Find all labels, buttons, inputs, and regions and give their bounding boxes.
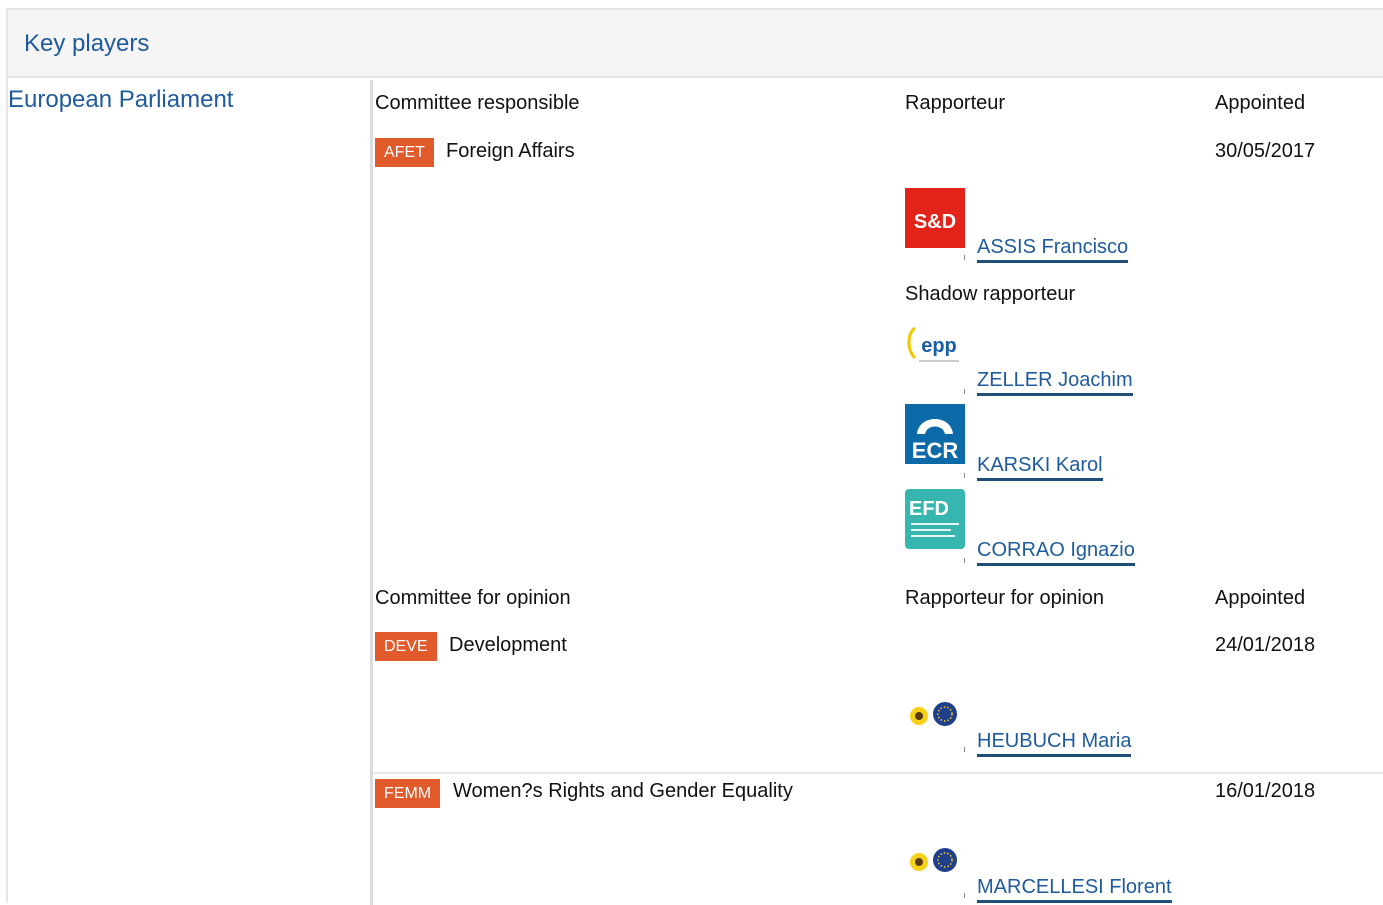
committee-badge-deve[interactable]: DEVE bbox=[375, 632, 437, 661]
appointed-date: 30/05/2017 bbox=[1215, 140, 1316, 162]
institution-column: European Parliament bbox=[8, 80, 370, 905]
svg-text:EFD: EFD bbox=[909, 498, 949, 520]
logo-tick bbox=[964, 747, 965, 752]
svg-text:ECR: ECR bbox=[912, 438, 959, 463]
rapporteur-link[interactable]: ASSIS Francisco bbox=[977, 236, 1129, 263]
key-players-panel: Key players European Parliament Committe… bbox=[6, 8, 1383, 905]
efd-group-logo: EFD bbox=[905, 489, 965, 549]
logo-tick bbox=[964, 558, 965, 563]
committee-badge-afet[interactable]: AFET bbox=[375, 138, 434, 167]
rapporteur-header: Rapporteur bbox=[905, 92, 1006, 114]
committee-details: Committee responsible Rapporteur Appoint… bbox=[370, 80, 1383, 905]
panel-title: Key players bbox=[24, 30, 150, 57]
shadow-rapporteur-link[interactable]: ZELLER Joachim bbox=[977, 369, 1133, 396]
logo-tick bbox=[964, 389, 965, 394]
svg-text:epp: epp bbox=[921, 335, 957, 357]
opinion-rapporteur-link[interactable]: HEUBUCH Maria bbox=[977, 730, 1132, 757]
committee-responsible-header: Committee responsible bbox=[375, 92, 580, 114]
committee-name: Development bbox=[449, 634, 567, 656]
ecr-group-logo: ECR bbox=[905, 404, 965, 464]
appointed-header: Appointed bbox=[1215, 92, 1306, 114]
opinion-rapporteur-link[interactable]: MARCELLESI Florent bbox=[977, 876, 1172, 903]
logo-tick bbox=[964, 255, 965, 260]
committee-name: Foreign Affairs bbox=[446, 140, 575, 162]
logo-tick bbox=[964, 893, 965, 898]
row-divider bbox=[373, 772, 1383, 774]
shadow-rapporteur-link[interactable]: KARSKI Karol bbox=[977, 454, 1103, 481]
rapporteur-opinion-header: Rapporteur for opinion bbox=[905, 587, 1105, 609]
logo-tick bbox=[964, 473, 965, 478]
shadow-rapporteur-link[interactable]: CORRAO Ignazio bbox=[977, 539, 1135, 566]
greens-efa-group-logo bbox=[905, 700, 965, 730]
greens-efa-group-logo bbox=[905, 846, 965, 876]
committee-opinion-header: Committee for opinion bbox=[375, 587, 571, 609]
appointed-header: Appointed bbox=[1215, 587, 1306, 609]
appointed-date: 24/01/2018 bbox=[1215, 634, 1316, 656]
shadow-rapporteur-label: Shadow rapporteur bbox=[905, 283, 1076, 305]
sd-group-logo: S&D bbox=[905, 188, 965, 248]
committee-name: Women?s Rights and Gender Equality bbox=[453, 780, 793, 802]
svg-text:S&D: S&D bbox=[914, 211, 956, 233]
committee-badge-femm[interactable]: FEMM bbox=[375, 779, 441, 808]
epp-group-logo: epp bbox=[905, 320, 965, 380]
appointed-date: 16/01/2018 bbox=[1215, 780, 1316, 802]
panel-header: Key players bbox=[8, 10, 1383, 78]
institution-name: European Parliament bbox=[8, 86, 234, 113]
